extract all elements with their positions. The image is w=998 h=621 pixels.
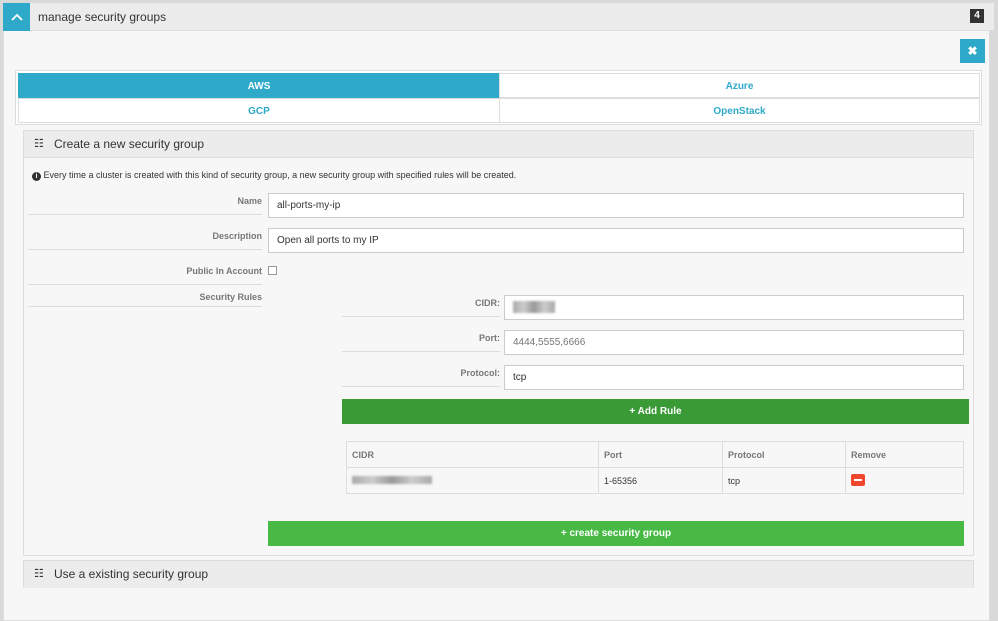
security-rules-label: Security Rules (28, 292, 262, 307)
window-title: manage security groups (38, 10, 167, 24)
close-button[interactable]: ✖ (960, 39, 985, 63)
col-protocol: Protocol (722, 441, 846, 468)
tab-aws[interactable]: AWS (18, 73, 500, 98)
public-label: Public In Account (28, 266, 262, 285)
description-input[interactable]: Open all ports to my IP (268, 228, 964, 253)
cidr-input[interactable] (504, 295, 964, 320)
redacted-cidr (352, 475, 432, 484)
col-cidr: CIDR (346, 441, 599, 468)
provider-tabs: AWS Azure GCP OpenStack (15, 70, 982, 125)
port-label: Port: (342, 333, 500, 352)
col-port: Port (598, 441, 723, 468)
create-panel-header[interactable]: ☷ Create a new security group (24, 131, 973, 158)
info-icon: i (32, 172, 41, 181)
existing-panel-title: Use a existing security group (54, 567, 209, 581)
protocol-input[interactable]: tcp (504, 365, 964, 390)
public-checkbox[interactable] (268, 266, 277, 275)
chevron-up-icon (10, 13, 23, 21)
collapse-button[interactable] (3, 3, 30, 31)
table-row: 1-65356 tcp (346, 467, 964, 494)
create-security-group-button[interactable]: + create security group (268, 521, 964, 546)
info-text: i Every time a cluster is created with t… (32, 170, 516, 181)
col-remove: Remove (845, 441, 964, 468)
count-badge: 4 (970, 9, 984, 23)
cell-port: 1-65356 (598, 467, 723, 494)
remove-rule-button[interactable] (851, 473, 865, 486)
tab-azure[interactable]: Azure (499, 73, 980, 98)
port-input[interactable] (504, 330, 964, 355)
sitemap-icon: ☷ (34, 568, 44, 580)
tab-openstack[interactable]: OpenStack (499, 98, 980, 123)
cidr-label: CIDR: (342, 298, 500, 317)
name-input[interactable]: all-ports-my-ip (268, 193, 964, 218)
create-panel-title: Create a new security group (54, 137, 205, 151)
name-label: Name (28, 196, 262, 215)
cell-cidr (346, 467, 599, 494)
existing-panel-header[interactable]: ☷ Use a existing security group (24, 561, 973, 588)
description-label: Description (28, 231, 262, 250)
sitemap-icon: ☷ (34, 138, 44, 150)
add-rule-button[interactable]: + Add Rule (342, 399, 969, 424)
redacted-cidr (513, 301, 555, 313)
protocol-label: Protocol: (342, 368, 500, 387)
tab-gcp[interactable]: GCP (18, 98, 500, 123)
info-message: Every time a cluster is created with thi… (43, 170, 517, 180)
existing-security-group-panel[interactable]: ☷ Use a existing security group (23, 560, 974, 588)
rules-table: CIDR Port Protocol Remove 1-65356 tcp (346, 441, 964, 494)
cell-protocol: tcp (722, 467, 846, 494)
